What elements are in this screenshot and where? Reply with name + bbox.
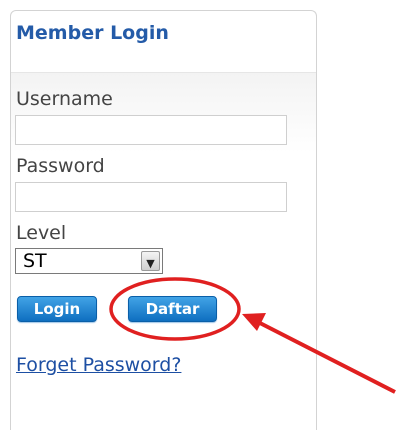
highlight-circle	[109, 277, 241, 341]
pointer-arrow-line	[255, 319, 396, 394]
annotation-overlay	[109, 277, 396, 394]
arrow-head-icon	[242, 313, 266, 331]
